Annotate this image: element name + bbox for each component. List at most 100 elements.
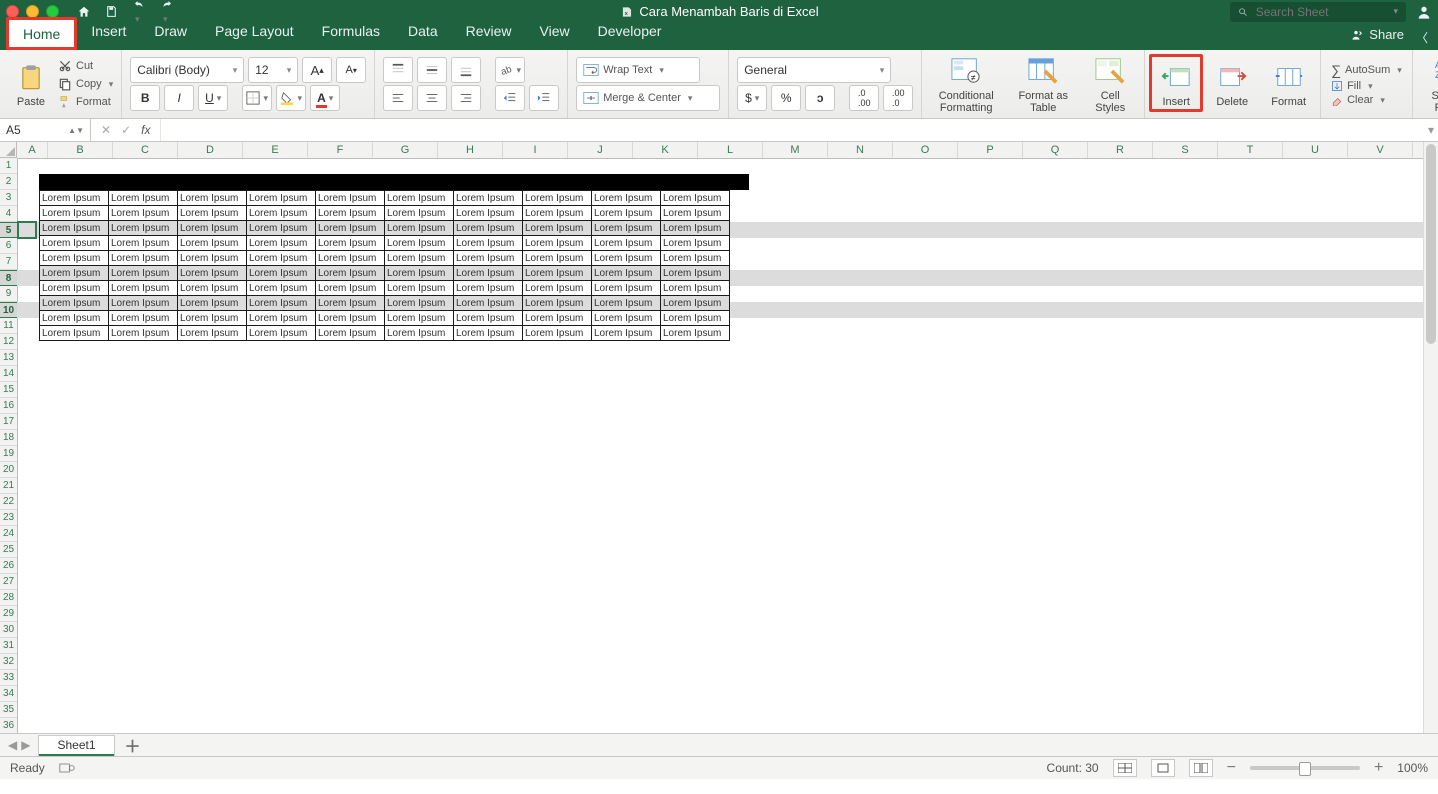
cell[interactable]: Lorem Ipsum [592, 236, 661, 251]
cell[interactable]: Lorem Ipsum [247, 221, 316, 236]
zoom-out-button[interactable]: − [1227, 759, 1236, 777]
cell[interactable]: Lorem Ipsum [592, 281, 661, 296]
page-break-view-button[interactable] [1189, 759, 1213, 777]
cell[interactable]: Lorem Ipsum [661, 326, 730, 341]
row-header-21[interactable]: 21 [0, 478, 17, 494]
fill-color-button[interactable] [276, 85, 306, 111]
format-cells-button[interactable]: Format [1265, 58, 1312, 110]
cell[interactable]: Lorem Ipsum [247, 206, 316, 221]
insert-cells-button[interactable]: Insert [1153, 58, 1199, 110]
cell[interactable]: Lorem Ipsum [316, 296, 385, 311]
row-header-14[interactable]: 14 [0, 366, 17, 382]
paste-button[interactable]: Paste [8, 58, 54, 110]
row-header-10[interactable]: 10 [0, 302, 17, 318]
row-header-31[interactable]: 31 [0, 638, 17, 654]
row-header-22[interactable]: 22 [0, 494, 17, 510]
percent-button[interactable]: % [771, 85, 801, 111]
row-header-17[interactable]: 17 [0, 414, 17, 430]
row-header-30[interactable]: 30 [0, 622, 17, 638]
cell[interactable]: Lorem Ipsum [385, 191, 454, 206]
row-header-6[interactable]: 6 [0, 238, 17, 254]
cell[interactable]: Lorem Ipsum [178, 191, 247, 206]
cell[interactable]: Lorem Ipsum [316, 221, 385, 236]
cell[interactable]: Lorem Ipsum [178, 206, 247, 221]
cell[interactable]: Lorem Ipsum [316, 311, 385, 326]
collapse-ribbon-icon[interactable]: 〈 [1416, 29, 1428, 46]
align-top-button[interactable] [383, 57, 413, 83]
cell[interactable]: Lorem Ipsum [109, 311, 178, 326]
col-header-V[interactable]: V [1348, 142, 1413, 158]
cell[interactable]: Lorem Ipsum [109, 206, 178, 221]
cell[interactable]: Lorem Ipsum [178, 296, 247, 311]
col-header-D[interactable]: D [178, 142, 243, 158]
cell[interactable]: Lorem Ipsum [109, 281, 178, 296]
autosum-button[interactable]: ∑AutoSum [1329, 62, 1404, 78]
row-header-20[interactable]: 20 [0, 462, 17, 478]
table-row[interactable]: Lorem IpsumLorem IpsumLorem IpsumLorem I… [40, 326, 730, 341]
tab-view[interactable]: View [526, 17, 584, 50]
row-header-8[interactable]: 8 [0, 270, 17, 286]
cell[interactable]: Lorem Ipsum [247, 191, 316, 206]
cell[interactable]: Lorem Ipsum [40, 266, 109, 281]
cell[interactable]: Lorem Ipsum [247, 236, 316, 251]
cell[interactable]: Lorem Ipsum [592, 221, 661, 236]
data-table[interactable]: Lorem IpsumLorem IpsumLorem IpsumLorem I… [39, 190, 730, 341]
col-header-E[interactable]: E [243, 142, 308, 158]
cell[interactable]: Lorem Ipsum [178, 266, 247, 281]
cell[interactable]: Lorem Ipsum [316, 266, 385, 281]
row-header-19[interactable]: 19 [0, 446, 17, 462]
column-headers[interactable]: ABCDEFGHIJKLMNOPQRSTUV [17, 142, 1438, 159]
cell[interactable]: Lorem Ipsum [454, 206, 523, 221]
table-row[interactable]: Lorem IpsumLorem IpsumLorem IpsumLorem I… [40, 221, 730, 236]
share-button[interactable]: Share [1349, 27, 1404, 42]
expand-formula-bar[interactable]: ▾ [1424, 123, 1438, 137]
cell[interactable]: Lorem Ipsum [454, 191, 523, 206]
increase-decimal-button[interactable]: .0.00 [849, 85, 879, 111]
cell[interactable]: Lorem Ipsum [40, 251, 109, 266]
cell[interactable]: Lorem Ipsum [454, 251, 523, 266]
number-format-select[interactable]: General▾ [737, 57, 891, 83]
cell[interactable]: Lorem Ipsum [523, 251, 592, 266]
table-row[interactable]: Lorem IpsumLorem IpsumLorem IpsumLorem I… [40, 296, 730, 311]
font-color-button[interactable]: A [310, 85, 340, 111]
fill-button[interactable]: Fill [1329, 80, 1404, 92]
row-header-15[interactable]: 15 [0, 382, 17, 398]
row-header-1[interactable]: 1 [0, 158, 17, 174]
cell[interactable]: Lorem Ipsum [109, 266, 178, 281]
delete-cells-button[interactable]: Delete [1209, 58, 1255, 110]
cell[interactable]: Lorem Ipsum [178, 281, 247, 296]
prev-sheet-icon[interactable]: ◀ [8, 738, 17, 752]
enter-formula-icon[interactable]: ✓ [121, 123, 131, 137]
cell[interactable]: Lorem Ipsum [661, 206, 730, 221]
cell[interactable]: Lorem Ipsum [40, 191, 109, 206]
cell[interactable]: Lorem Ipsum [40, 311, 109, 326]
cell[interactable]: Lorem Ipsum [523, 326, 592, 341]
cell[interactable]: Lorem Ipsum [592, 206, 661, 221]
col-header-T[interactable]: T [1218, 142, 1283, 158]
col-header-Q[interactable]: Q [1023, 142, 1088, 158]
cell[interactable]: Lorem Ipsum [523, 281, 592, 296]
cell[interactable]: Lorem Ipsum [316, 251, 385, 266]
zoom-knob[interactable] [1299, 762, 1311, 776]
zoom-in-button[interactable]: + [1374, 759, 1383, 777]
col-header-S[interactable]: S [1153, 142, 1218, 158]
cell[interactable]: Lorem Ipsum [454, 326, 523, 341]
cell[interactable]: Lorem Ipsum [523, 206, 592, 221]
col-header-F[interactable]: F [308, 142, 373, 158]
cell[interactable]: Lorem Ipsum [454, 221, 523, 236]
col-header-R[interactable]: R [1088, 142, 1153, 158]
col-header-J[interactable]: J [568, 142, 633, 158]
tab-developer[interactable]: Developer [584, 17, 676, 50]
row-header-24[interactable]: 24 [0, 526, 17, 542]
cancel-formula-icon[interactable]: ✕ [101, 123, 111, 137]
cell[interactable]: Lorem Ipsum [316, 281, 385, 296]
cell[interactable]: Lorem Ipsum [109, 326, 178, 341]
cell[interactable]: Lorem Ipsum [592, 296, 661, 311]
align-middle-button[interactable] [417, 57, 447, 83]
italic-button[interactable]: I [164, 85, 194, 111]
cell[interactable]: Lorem Ipsum [523, 221, 592, 236]
macro-record-icon[interactable] [59, 761, 75, 775]
cell[interactable]: Lorem Ipsum [316, 236, 385, 251]
page-layout-view-button[interactable] [1151, 759, 1175, 777]
cell[interactable]: Lorem Ipsum [316, 206, 385, 221]
